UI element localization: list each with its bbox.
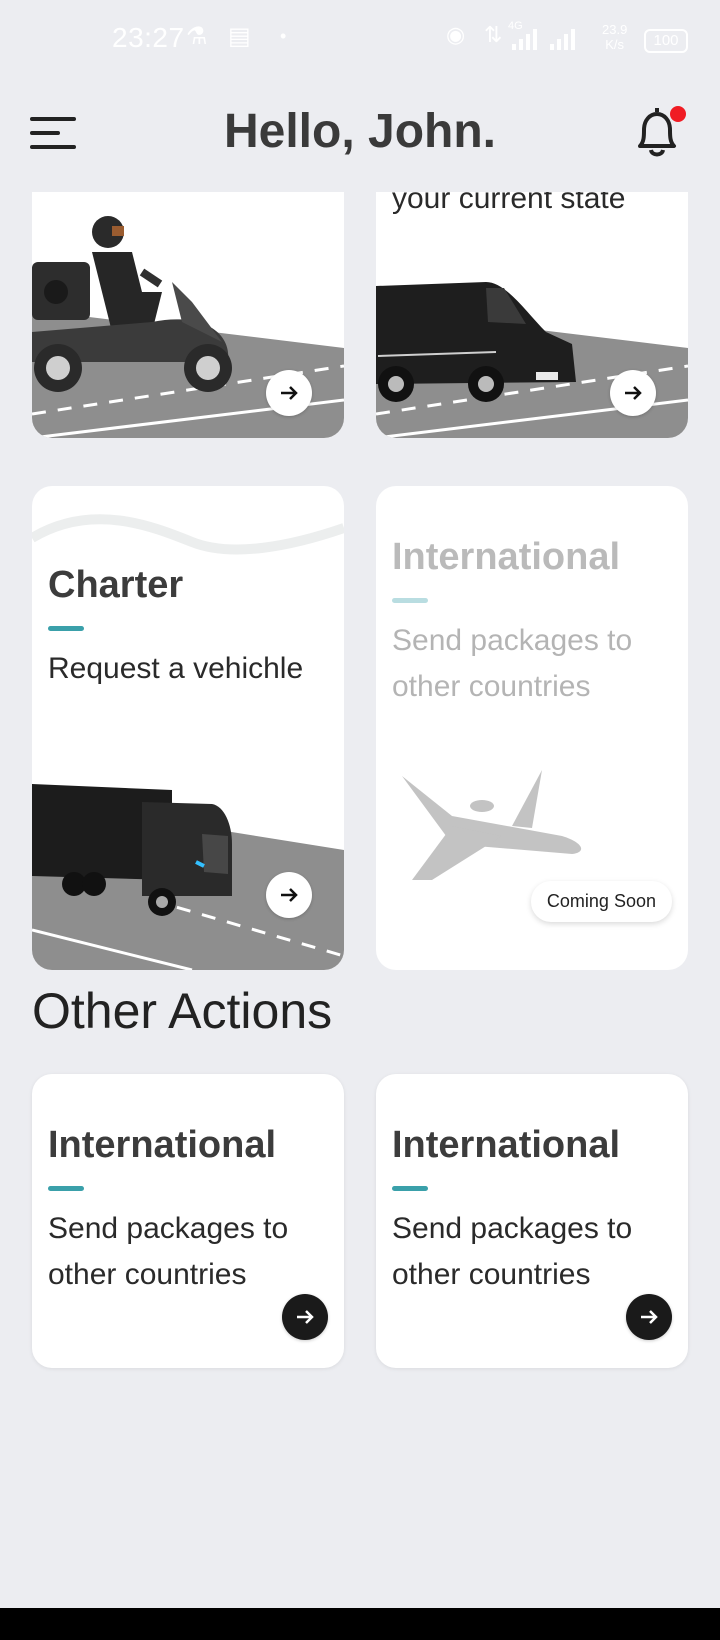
van-open-button[interactable] <box>610 370 656 416</box>
message-icon: ▤ <box>228 23 251 50</box>
international-card-subtitle: Send packages to other countries <box>392 618 632 710</box>
arrow-right-icon <box>641 1310 658 1324</box>
other-action-card[interactable]: International Send packages to other cou… <box>376 1074 688 1368</box>
truck-image <box>32 784 232 916</box>
subtitle-line-2: other countries <box>392 670 591 703</box>
van-card-subtitle: your current state <box>392 192 626 215</box>
charter-open-button[interactable] <box>266 872 312 918</box>
title-accent <box>392 1186 428 1191</box>
other-actions-heading: Other Actions <box>32 983 333 1039</box>
service-card-international: International Send packages to other cou… <box>376 486 688 970</box>
app-header: Hello, John. <box>0 80 720 192</box>
hotspot-icon: ◉ <box>446 22 466 47</box>
other-action-subtitle: Send packages to other countries <box>48 1206 288 1298</box>
charter-card-title: Charter <box>48 564 184 606</box>
system-navigation-bar <box>0 1608 720 1640</box>
subtitle-line-1: Send packages to <box>392 1212 633 1245</box>
other-action-subtitle: Send packages to other countries <box>392 1206 632 1298</box>
notification-bell-button[interactable] <box>630 104 688 162</box>
title-accent <box>48 626 84 631</box>
subtitle-line-1: Send packages to <box>392 624 633 657</box>
home-content[interactable]: your current state Charter Request a veh… <box>0 192 720 1608</box>
arrow-right-icon <box>625 386 642 400</box>
status-time: 23:27 <box>112 22 185 53</box>
private-jet-image <box>402 770 582 880</box>
speed-value: 23.9 <box>602 22 628 37</box>
subtitle-line-1: Send packages to <box>48 1212 289 1245</box>
bike-open-button[interactable] <box>266 370 312 416</box>
scooter-courier-image <box>32 216 232 392</box>
subtitle-line-2: other countries <box>392 1258 591 1291</box>
other-action-card[interactable]: International Send packages to other cou… <box>32 1074 344 1368</box>
subtitle-line-2: other countries <box>48 1258 247 1291</box>
battery-icon: 100 <box>644 29 688 53</box>
service-card-charter[interactable]: Charter Request a vehichle <box>32 486 344 970</box>
network-speed: 23.9 K/s <box>602 22 627 52</box>
dot-icon: • <box>280 26 287 46</box>
lab-flask-icon: ⚗ <box>186 23 208 50</box>
other-action-open-button[interactable] <box>626 1294 672 1340</box>
arrow-right-icon <box>281 888 298 902</box>
title-accent <box>392 598 428 603</box>
international-card-title: International <box>392 536 621 578</box>
delivery-van-image <box>376 282 576 402</box>
battery-level: 100 <box>653 32 679 49</box>
speed-unit: K/s <box>605 37 625 52</box>
charter-card-subtitle: Request a vehichle <box>48 652 304 685</box>
service-card-bike[interactable] <box>32 192 344 438</box>
decorative-wave <box>32 514 344 555</box>
arrow-right-icon <box>297 1310 314 1324</box>
service-card-van[interactable]: your current state <box>376 192 688 438</box>
status-bar: 23:27 ⚗ ▤ • ◉ ⇅ 4G 23.9 K/s 100 <box>0 0 720 80</box>
data-transfer-icon: ⇅ <box>484 22 503 47</box>
notification-dot <box>670 106 686 122</box>
coming-soon-badge: Coming Soon <box>530 881 672 922</box>
other-action-title: International <box>48 1124 277 1166</box>
page-title: Hello, John. <box>223 105 496 158</box>
other-action-open-button[interactable] <box>282 1294 328 1340</box>
arrow-right-icon <box>281 386 298 400</box>
other-action-title: International <box>392 1124 621 1166</box>
signal-bars-icon <box>512 29 575 50</box>
title-accent <box>48 1186 84 1191</box>
